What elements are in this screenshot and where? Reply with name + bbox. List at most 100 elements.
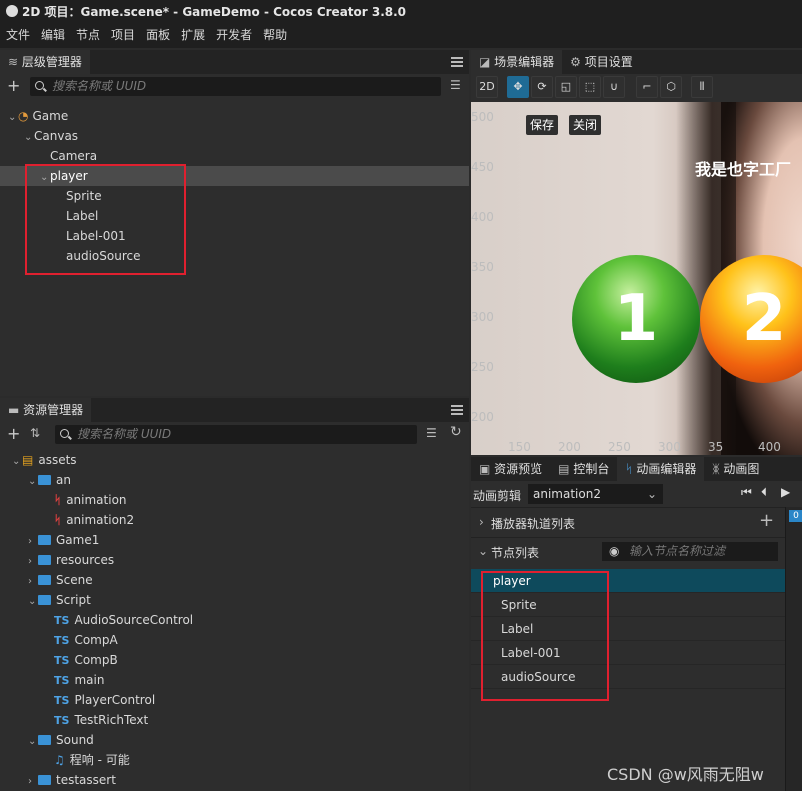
chevron-icon[interactable]: ⌄ [12,452,22,472]
menu-item[interactable]: 开发者 [216,28,252,42]
move-tool-icon[interactable]: ✥ [507,76,529,98]
ball-1[interactable]: 1 [572,255,700,383]
asset-item[interactable]: TS CompB [0,650,469,670]
timeline-marker[interactable]: 0 [789,510,802,522]
collapse-all-icon[interactable]: ☰ [426,426,437,440]
sort-icon[interactable]: ⇅ [30,426,40,440]
menu-item[interactable]: 文件 [6,28,30,42]
add-track-icon[interactable]: + [759,510,774,531]
folder-icon [38,555,51,565]
snap-tool-icon[interactable]: ∪ [603,76,625,98]
rotate-tool-icon[interactable]: ⟳ [531,76,553,98]
hierarchy-toolbar: + 搜索名称或 UUID ☰ [0,74,469,100]
hierarchy-node[interactable]: Camera [0,146,469,166]
align-icon[interactable]: ⫴ [691,76,713,98]
menu-item[interactable]: 节点 [76,28,100,42]
asset-item-label: 程响 - 可能 [69,753,130,767]
hierarchy-node[interactable]: ⌄ ◔ Game [0,106,469,126]
timeline-area[interactable]: 0 [785,507,802,791]
track-list-row[interactable]: › 播放器轨道列表 + [471,507,802,537]
folder-icon [38,575,51,585]
tab-console[interactable]: ▤ 控制台 [550,457,617,481]
asset-item[interactable]: › testassert [0,770,469,790]
chevron-icon[interactable]: ⌄ [8,108,18,128]
jump-first-icon[interactable]: ⏮ [741,485,752,500]
folder-open-icon [38,735,51,745]
window-title: 2D 项目：Game.scene* - GameDemo - Cocos Cre… [22,5,407,19]
hierarchy-node[interactable]: ⌄ Canvas [0,126,469,146]
asset-item-label: main [74,673,105,687]
menu-item[interactable]: 帮助 [263,28,287,42]
asset-item[interactable]: ⌄ Script [0,590,469,610]
asset-item-label: Sound [56,733,94,747]
play-icon[interactable]: ▶ [781,485,790,499]
window-title-bar: 2D 项目：Game.scene* - GameDemo - Cocos Cre… [0,0,802,24]
mode-2d-button[interactable]: 2D [476,76,498,98]
typescript-icon: TS [54,654,70,667]
menu-item[interactable]: 编辑 [41,28,65,42]
refresh-icon[interactable]: ↻ [450,424,462,440]
asset-item-label: animation2 [66,513,135,527]
asset-item[interactable]: TS TestRichText [0,710,469,730]
hierarchy-node-label: Camera [50,149,98,163]
assets-title: 资源管理器 [23,403,84,417]
scene-header: ◪ 场景编辑器 ⚙ 项目设置 [471,50,802,74]
pivot-icon[interactable]: ⌐ [636,76,658,98]
asset-item[interactable]: ᛋ animation [0,490,469,510]
chevron-icon[interactable]: › [28,532,38,552]
chevron-icon[interactable]: ⌄ [28,592,38,612]
asset-item[interactable]: ᛋ animation2 [0,510,469,530]
chevron-icon[interactable]: › [28,552,38,572]
menu-icon[interactable] [451,57,463,67]
node-filter-input[interactable]: ◉ 输入节点名称过滤 [602,542,778,561]
typescript-icon: TS [54,674,70,687]
asset-item[interactable]: › Game1 [0,530,469,550]
tab-project-settings[interactable]: ⚙ 项目设置 [562,50,641,74]
add-node-icon[interactable]: + [7,76,20,95]
asset-item[interactable]: › Scene [0,570,469,590]
search-icon [60,429,69,438]
tab-asset-preview[interactable]: ▣ 资源预览 [471,457,550,481]
asset-item[interactable]: ⌄ ▤ assets [0,450,469,470]
asset-item[interactable]: TS main [0,670,469,690]
asset-item[interactable]: › resources [0,550,469,570]
hierarchy-search-input[interactable]: 搜索名称或 UUID [30,77,441,96]
collapse-all-icon[interactable]: ☰ [450,78,461,92]
chevron-right-icon: › [479,515,484,529]
menu-item[interactable]: 扩展 [181,28,205,42]
prev-frame-icon[interactable]: ⏴ [761,485,767,500]
asset-item[interactable]: TS CompA [0,630,469,650]
scene-viewport[interactable]: 我是也字工厂 1 2 保存 关闭 500 450 400 350 300 250 200 1… [471,102,802,455]
chevron-icon[interactable]: ⌄ [24,128,34,148]
tab-animation-graph[interactable]: ᛤ 动画图 [704,457,759,481]
clip-select[interactable]: animation2 ⌄ [528,484,663,504]
asset-item[interactable]: TS AudioSourceControl [0,610,469,630]
asset-item[interactable]: ♫ 程响 - 可能 [0,750,469,770]
tab-assets[interactable]: ▬ 资源管理器 [0,398,92,422]
asset-item[interactable]: TS PlayerControl [0,690,469,710]
add-asset-icon[interactable]: + [7,424,20,443]
scale-tool-icon[interactable]: ◱ [555,76,577,98]
close-button[interactable]: 关闭 [569,115,602,135]
menu-item[interactable]: 项目 [111,28,135,42]
image-icon: ▣ [479,462,495,476]
tab-hierarchy[interactable]: ≋ 层级管理器 [0,50,90,74]
chevron-icon[interactable]: ⌄ [28,732,38,752]
tab-scene-editor[interactable]: ◪ 场景编辑器 [471,50,563,74]
y-tick-label: 250 [471,360,494,374]
local-global-icon[interactable]: ⬡ [660,76,682,98]
x-tick-label: 250 [608,440,631,454]
x-tick-label: 35 [708,440,724,454]
rect-tool-icon[interactable]: ⬚ [579,76,601,98]
menu-item[interactable]: 面板 [146,28,170,42]
asset-item[interactable]: ⌄ Sound [0,730,469,750]
tab-animation-editor[interactable]: ᛋ 动画编辑器 [617,457,705,481]
console-icon: ▤ [558,462,574,476]
assets-search-input[interactable]: 搜索名称或 UUID [55,425,417,444]
asset-item[interactable]: ⌄ an [0,470,469,490]
menu-icon[interactable] [451,405,463,415]
chevron-icon[interactable]: › [28,572,38,592]
save-button[interactable]: 保存 [526,115,559,135]
chevron-icon[interactable]: › [28,772,38,791]
chevron-icon[interactable]: ⌄ [28,472,38,492]
